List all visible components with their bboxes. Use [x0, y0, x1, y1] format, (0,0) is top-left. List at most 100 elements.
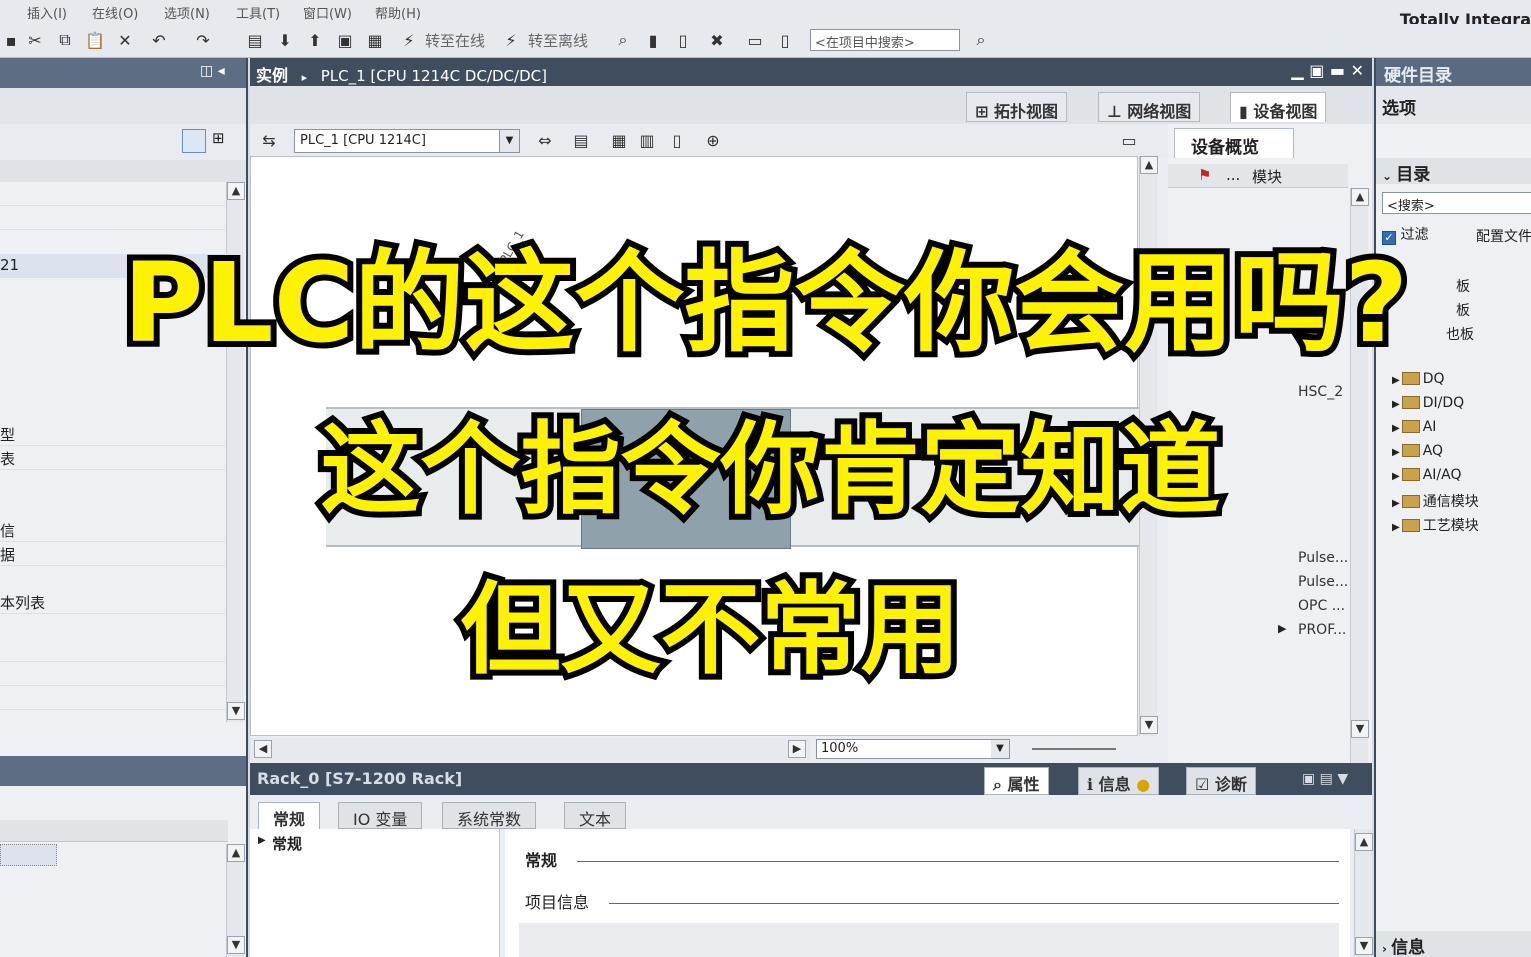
menu-options[interactable]: 选项(N) — [164, 3, 210, 22]
scroll-up-icon[interactable]: ▲ — [1140, 156, 1158, 174]
catalog-directory[interactable]: ⌄ 目录 — [1376, 158, 1531, 185]
stop-cpu-icon[interactable]: ▯ — [672, 29, 694, 51]
inspector-window-controls[interactable]: ▣ ▤ ▼ — [1302, 771, 1348, 787]
expand-icon[interactable]: ▶ — [258, 835, 266, 846]
search-go-icon[interactable]: ⌕ — [970, 29, 992, 51]
delete-icon[interactable]: ✕ — [114, 29, 136, 51]
tab-diagnostics[interactable]: ☑ 诊断 — [1186, 767, 1256, 795]
scroll-down-icon[interactable]: ▼ — [227, 936, 245, 954]
add-device-icon[interactable]: ⊞ — [212, 129, 236, 153]
start-cpu-icon[interactable]: ▮ — [642, 29, 664, 51]
project-search-input[interactable]: <在项目中搜索> — [810, 29, 960, 51]
scroll-up-icon[interactable]: ▲ — [1351, 188, 1369, 206]
cut-icon[interactable]: ✂ — [24, 29, 46, 51]
chevron-down-icon[interactable]: ▼ — [499, 130, 519, 152]
zoom-icon[interactable]: ⊕ — [702, 129, 724, 151]
inspector-nav: ▶ 常规 — [250, 829, 500, 957]
catalog-item-dq[interactable]: ▶ DQ — [1392, 371, 1445, 387]
inspector-scrollbar[interactable]: ▲ ▼ — [1354, 829, 1373, 957]
scroll-up-icon[interactable]: ▲ — [227, 844, 245, 862]
catalog-search-input[interactable]: <搜索> — [1382, 192, 1531, 214]
go-online-icon[interactable]: ⚡ — [398, 29, 420, 51]
menu-insert[interactable]: 插入(I) — [27, 3, 67, 22]
tab-network-view[interactable]: ⊥ 网络视图 — [1098, 92, 1201, 122]
name-icon[interactable]: ▤ — [570, 129, 592, 151]
tab-properties[interactable]: ⌕ 属性 — [984, 767, 1049, 795]
subtab-io-tags[interactable]: IO 变量 — [338, 802, 423, 829]
split-horizontal-icon[interactable]: ▭ — [744, 29, 766, 51]
scroll-down-icon[interactable]: ▼ — [1351, 720, 1369, 738]
accessible-devices-icon[interactable]: ⌕ — [612, 29, 634, 51]
go-offline-icon[interactable]: ⚡ — [500, 29, 522, 51]
project-info-fields — [519, 923, 1339, 957]
scroll-down-icon[interactable]: ▼ — [227, 702, 245, 720]
device-icon: ▮ — [1239, 102, 1254, 121]
catalog-item-didq[interactable]: ▶ DI/DQ — [1392, 395, 1464, 411]
download-icon[interactable]: ⬆ — [304, 29, 326, 51]
menu-window[interactable]: 窗口(W) — [303, 3, 352, 22]
overview-title[interactable]: 设备概览 — [1174, 128, 1294, 158]
details-row[interactable] — [0, 844, 57, 866]
split-vertical-icon[interactable]: ▯ — [774, 29, 796, 51]
save-icon[interactable]: ▪ — [0, 29, 22, 51]
catalog-options[interactable]: 选项 — [1376, 86, 1531, 124]
scroll-down-icon[interactable]: ▼ — [1355, 937, 1373, 955]
copy-icon[interactable]: ⧉ — [54, 29, 76, 51]
scroll-right-icon[interactable]: ▶ — [788, 740, 806, 758]
editor-title-bar: 实例 ▸ PLC_1 [CPU 1214C DC/DC/DC] ▁ ▣ ▬ ✕ — [250, 58, 1372, 86]
project-view-icon[interactable] — [182, 129, 206, 153]
zoom-slider[interactable] — [1032, 748, 1116, 750]
diagnostics-icon: ☑ — [1195, 775, 1215, 794]
inspector-content: 常规 项目信息 — [505, 829, 1350, 957]
catalog-info[interactable]: › 信息 — [1376, 931, 1531, 957]
subtab-general[interactable]: 常规 — [258, 802, 321, 829]
split-editor-icon[interactable]: ▤ — [244, 29, 266, 51]
overview-toggle-icon[interactable]: ▭ — [1118, 129, 1140, 151]
device-switch-icon[interactable]: ⇆ — [258, 129, 280, 151]
menu-online[interactable]: 在线(O) — [92, 3, 138, 22]
page-break-icon[interactable]: ⇔ — [534, 129, 556, 151]
breadcrumb-device[interactable]: PLC_1 [CPU 1214C DC/DC/DC] — [321, 67, 547, 85]
nav-item-general[interactable]: 常规 — [272, 833, 302, 854]
upload-icon[interactable]: ▣ — [334, 29, 356, 51]
scroll-up-icon[interactable]: ▲ — [227, 182, 245, 200]
tab-device-view[interactable]: ▮ 设备视图 — [1230, 92, 1327, 122]
tab-topology-view[interactable]: ⊞ 拓扑视图 — [966, 92, 1067, 122]
window-controls[interactable]: ▁ ▣ ▬ ✕ — [1291, 61, 1364, 80]
tree-row[interactable]: 据 — [0, 542, 225, 566]
grid-icon[interactable]: ▦ — [608, 129, 630, 151]
layout-icon[interactable]: ▯ — [666, 129, 688, 151]
redo-icon[interactable]: ↷ — [192, 29, 214, 51]
overview-row[interactable]: Pulse... — [1298, 550, 1348, 566]
menu-help[interactable]: 帮助(H) — [375, 3, 421, 22]
subtab-system-constants[interactable]: 系统常数 — [442, 802, 537, 829]
details-scrollbar[interactable]: ▲ ▼ — [226, 844, 245, 957]
scroll-down-icon[interactable]: ▼ — [1140, 716, 1158, 734]
tree-row[interactable] — [0, 182, 225, 206]
view-tabs: ⊞ 拓扑视图 ⊥ 网络视图 ▮ 设备视图 — [250, 86, 1372, 124]
go-offline-button[interactable]: 转至离线 — [528, 30, 588, 51]
scroll-up-icon[interactable]: ▲ — [1355, 833, 1373, 851]
simulation-icon[interactable]: ▦ — [364, 29, 386, 51]
go-online-button[interactable]: 转至在线 — [425, 30, 485, 51]
scroll-left-icon[interactable]: ◀ — [254, 740, 272, 758]
canvas-hscrollbar[interactable]: ◀ ▶ — [250, 738, 810, 760]
menu-tools[interactable]: 工具(T) — [236, 3, 280, 22]
collapse-icon[interactable]: ◫ ◂ — [200, 63, 225, 79]
cross-reference-icon[interactable]: ✖ — [706, 29, 728, 51]
subtab-texts[interactable]: 文本 — [564, 802, 627, 829]
chevron-down-icon[interactable]: ▼ — [991, 740, 1009, 758]
column-module[interactable]: 模块 — [1252, 166, 1282, 187]
breadcrumb-root[interactable]: 实例 — [256, 66, 288, 85]
undo-icon[interactable]: ↶ — [148, 29, 170, 51]
compile-icon[interactable]: ⬇ — [274, 29, 296, 51]
properties-icon: ⌕ — [993, 775, 1008, 794]
zoom-select[interactable]: 100% ▼ — [816, 739, 1010, 759]
tree-row[interactable] — [0, 206, 225, 230]
overview-row[interactable]: HSC_2 — [1298, 384, 1343, 400]
table-icon[interactable]: ▥ — [636, 129, 658, 151]
tab-info[interactable]: ℹ 信息 ● — [1078, 767, 1160, 795]
device-select[interactable]: PLC_1 [CPU 1214C] ▼ — [294, 129, 520, 153]
paste-icon[interactable]: 📋 — [84, 29, 106, 51]
menu-bar: 插入(I) 在线(O) 选项(N) 工具(T) 窗口(W) 帮助(H) Tota… — [0, 0, 1531, 29]
